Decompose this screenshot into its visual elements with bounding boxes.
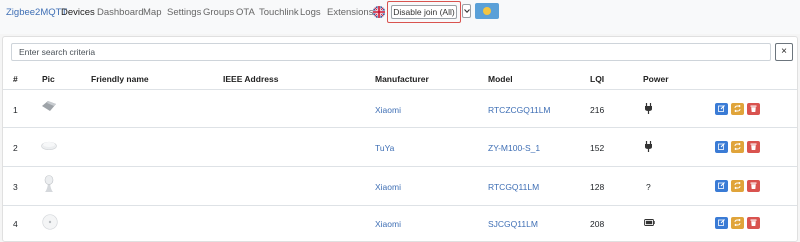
lqi-value: 152 xyxy=(590,143,605,153)
nav-ota[interactable]: OTA xyxy=(236,7,255,18)
lqi-value: 216 xyxy=(590,105,605,115)
nav-touchlink[interactable]: Touchlink xyxy=(259,7,299,18)
disable-join-button[interactable]: Disable join (All) xyxy=(391,5,457,19)
sync-icon xyxy=(734,182,741,189)
column-header-friendly-name[interactable]: Friendly name xyxy=(91,74,149,84)
rename-button[interactable] xyxy=(731,180,744,192)
trash-icon xyxy=(750,219,757,226)
row-index: 2 xyxy=(13,143,18,153)
nav-settings[interactable]: Settings xyxy=(167,7,201,18)
nav-dashboard[interactable]: Dashboard xyxy=(97,7,143,18)
lqi-value: 208 xyxy=(590,219,605,229)
remove-button[interactable] xyxy=(747,217,760,229)
presence-sensor-icon[interactable] xyxy=(41,100,57,112)
column-header-model[interactable]: Model xyxy=(488,74,513,84)
edit-button[interactable] xyxy=(715,103,728,115)
join-highlight: Disable join (All) xyxy=(387,1,461,23)
model-link[interactable]: RTCZCGQ11LM xyxy=(488,105,551,115)
search-input[interactable] xyxy=(11,43,771,61)
navbar: Zigbee2MQTT Devices Dashboard Map Settin… xyxy=(0,0,800,34)
edit-icon xyxy=(718,182,725,189)
trash-icon xyxy=(750,105,757,112)
sun-icon xyxy=(483,7,491,15)
nav-extensions[interactable]: Extensions xyxy=(327,7,373,18)
rename-button[interactable] xyxy=(731,141,744,153)
edit-icon xyxy=(718,105,725,112)
trash-icon xyxy=(750,182,757,189)
lqi-value: 128 xyxy=(590,182,605,192)
column-header-lqi[interactable]: LQI xyxy=(590,74,604,84)
row-divider xyxy=(3,205,797,206)
nav-groups[interactable]: Groups xyxy=(203,7,234,18)
motion-sensor-icon[interactable] xyxy=(44,175,54,193)
brand-link[interactable]: Zigbee2MQTT xyxy=(6,7,67,18)
sync-icon xyxy=(734,219,741,226)
chevron-down-icon xyxy=(464,9,470,13)
theme-toggle-button[interactable] xyxy=(475,3,499,19)
edit-icon xyxy=(718,143,725,150)
manufacturer-link[interactable]: Xiaomi xyxy=(375,219,401,229)
rename-button[interactable] xyxy=(731,103,744,115)
plug-icon xyxy=(645,141,652,152)
model-link[interactable]: RTCGQ11LM xyxy=(488,182,539,192)
row-index: 4 xyxy=(13,219,18,229)
radar-sensor-icon[interactable] xyxy=(41,140,57,150)
row-divider xyxy=(3,166,797,167)
row-index: 3 xyxy=(13,182,18,192)
column-header-manufacturer[interactable]: Manufacturer xyxy=(375,74,429,84)
water-leak-sensor-icon[interactable] xyxy=(42,214,58,230)
edit-icon xyxy=(718,219,725,226)
devices-card: × # Pic Friendly name IEEE Address Manuf… xyxy=(2,36,798,242)
remove-button[interactable] xyxy=(747,103,760,115)
row-index: 1 xyxy=(13,105,18,115)
model-link[interactable]: SJCGQ11LM xyxy=(488,219,538,229)
remove-button[interactable] xyxy=(747,141,760,153)
battery-icon xyxy=(644,219,655,226)
edit-button[interactable] xyxy=(715,217,728,229)
edit-button[interactable] xyxy=(715,180,728,192)
sync-icon xyxy=(734,143,741,150)
plug-icon xyxy=(645,103,652,114)
language-flag-icon[interactable] xyxy=(373,6,385,18)
nav-map[interactable]: Map xyxy=(143,7,161,18)
column-header-ieee-address[interactable]: IEEE Address xyxy=(223,74,278,84)
column-header-pic[interactable]: Pic xyxy=(42,74,55,84)
clear-search-button[interactable]: × xyxy=(775,43,793,61)
nav-devices[interactable]: Devices xyxy=(61,7,95,18)
column-header-index[interactable]: # xyxy=(13,74,18,84)
row-divider xyxy=(3,127,797,128)
remove-button[interactable] xyxy=(747,180,760,192)
header-divider xyxy=(3,89,797,90)
manufacturer-link[interactable]: TuYa xyxy=(375,143,394,153)
edit-button[interactable] xyxy=(715,141,728,153)
trash-icon xyxy=(750,143,757,150)
manufacturer-link[interactable]: Xiaomi xyxy=(375,105,401,115)
model-link[interactable]: ZY-M100-S_1 xyxy=(488,143,540,153)
rename-button[interactable] xyxy=(731,217,744,229)
manufacturer-link[interactable]: Xiaomi xyxy=(375,182,401,192)
nav-logs[interactable]: Logs xyxy=(300,7,321,18)
power-unknown: ? xyxy=(646,182,651,192)
column-header-power[interactable]: Power xyxy=(643,74,669,84)
sync-icon xyxy=(734,105,741,112)
join-dropdown-toggle[interactable] xyxy=(462,4,471,18)
